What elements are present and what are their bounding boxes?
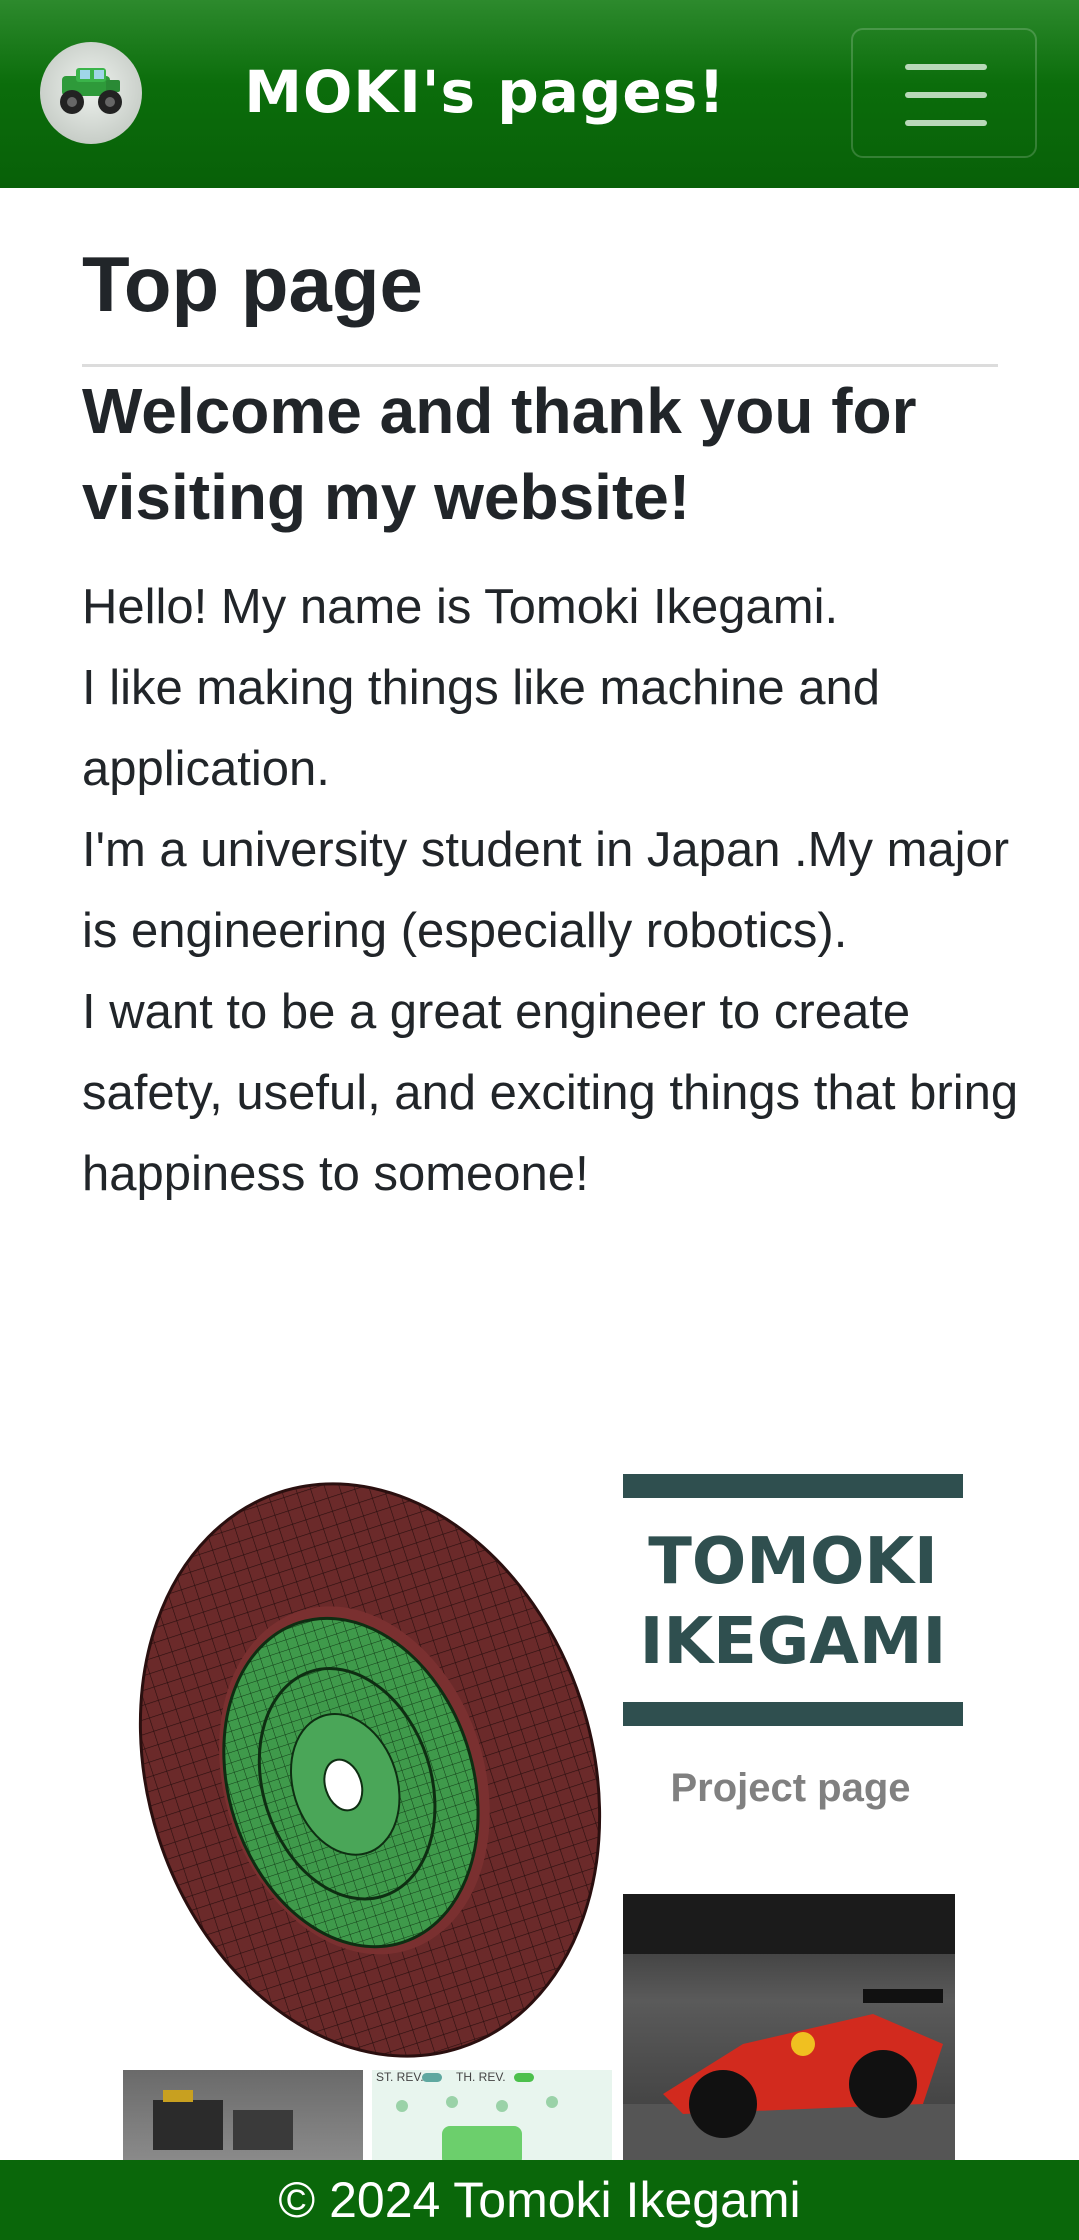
race-car-photo (623, 1894, 955, 2160)
navbar-toggle-button[interactable] (851, 28, 1037, 158)
footer: © 2024 Tomoki Ikegami (0, 2160, 1079, 2240)
brand-logo[interactable] (40, 42, 142, 144)
project-page-label[interactable]: Project page (623, 1766, 958, 1811)
toggle-switch-icon (514, 2073, 534, 2082)
intro-line: I'm a university student in Japan .My ma… (82, 823, 1023, 958)
navbar: MOKI's pages! (0, 0, 1079, 188)
intro-line: I like making things like machine and ap… (82, 661, 894, 796)
intro-line: I want to be a great engineer to create … (82, 985, 1032, 1201)
intro-line: Hello! My name is Tomoki Ikegami. (82, 580, 839, 634)
app-toggle-label-2: TH. REV. (456, 2070, 506, 2084)
app-toggle-label-1: ST. REV. (376, 2070, 424, 2084)
rc-jeep-icon (60, 68, 122, 114)
welcome-heading: Welcome and thank you for visiting my we… (82, 375, 917, 533)
app-screenshot: ST. REV. TH. REV. (372, 2070, 612, 2160)
page-title: Top page (82, 240, 423, 328)
brand-title[interactable]: MOKI's pages! (230, 58, 740, 126)
robot-photo (123, 2070, 363, 2160)
name-card-bottom-bar (623, 1702, 963, 1726)
toggle-switch-icon (422, 2073, 442, 2082)
tire-mesh-image (138, 1482, 602, 2058)
intro-text: Hello! My name is Tomoki Ikegami. I like… (82, 567, 1022, 1215)
hero-collage[interactable]: TOMOKI IKEGAMI Project page ST. REV. TH.… (120, 1470, 970, 2160)
title-divider (82, 364, 998, 367)
copyright-text: © 2024 Tomoki Ikegami (278, 2172, 801, 2228)
name-card-top-bar (623, 1474, 963, 1498)
name-card-title: TOMOKI IKEGAMI (639, 1525, 947, 1679)
